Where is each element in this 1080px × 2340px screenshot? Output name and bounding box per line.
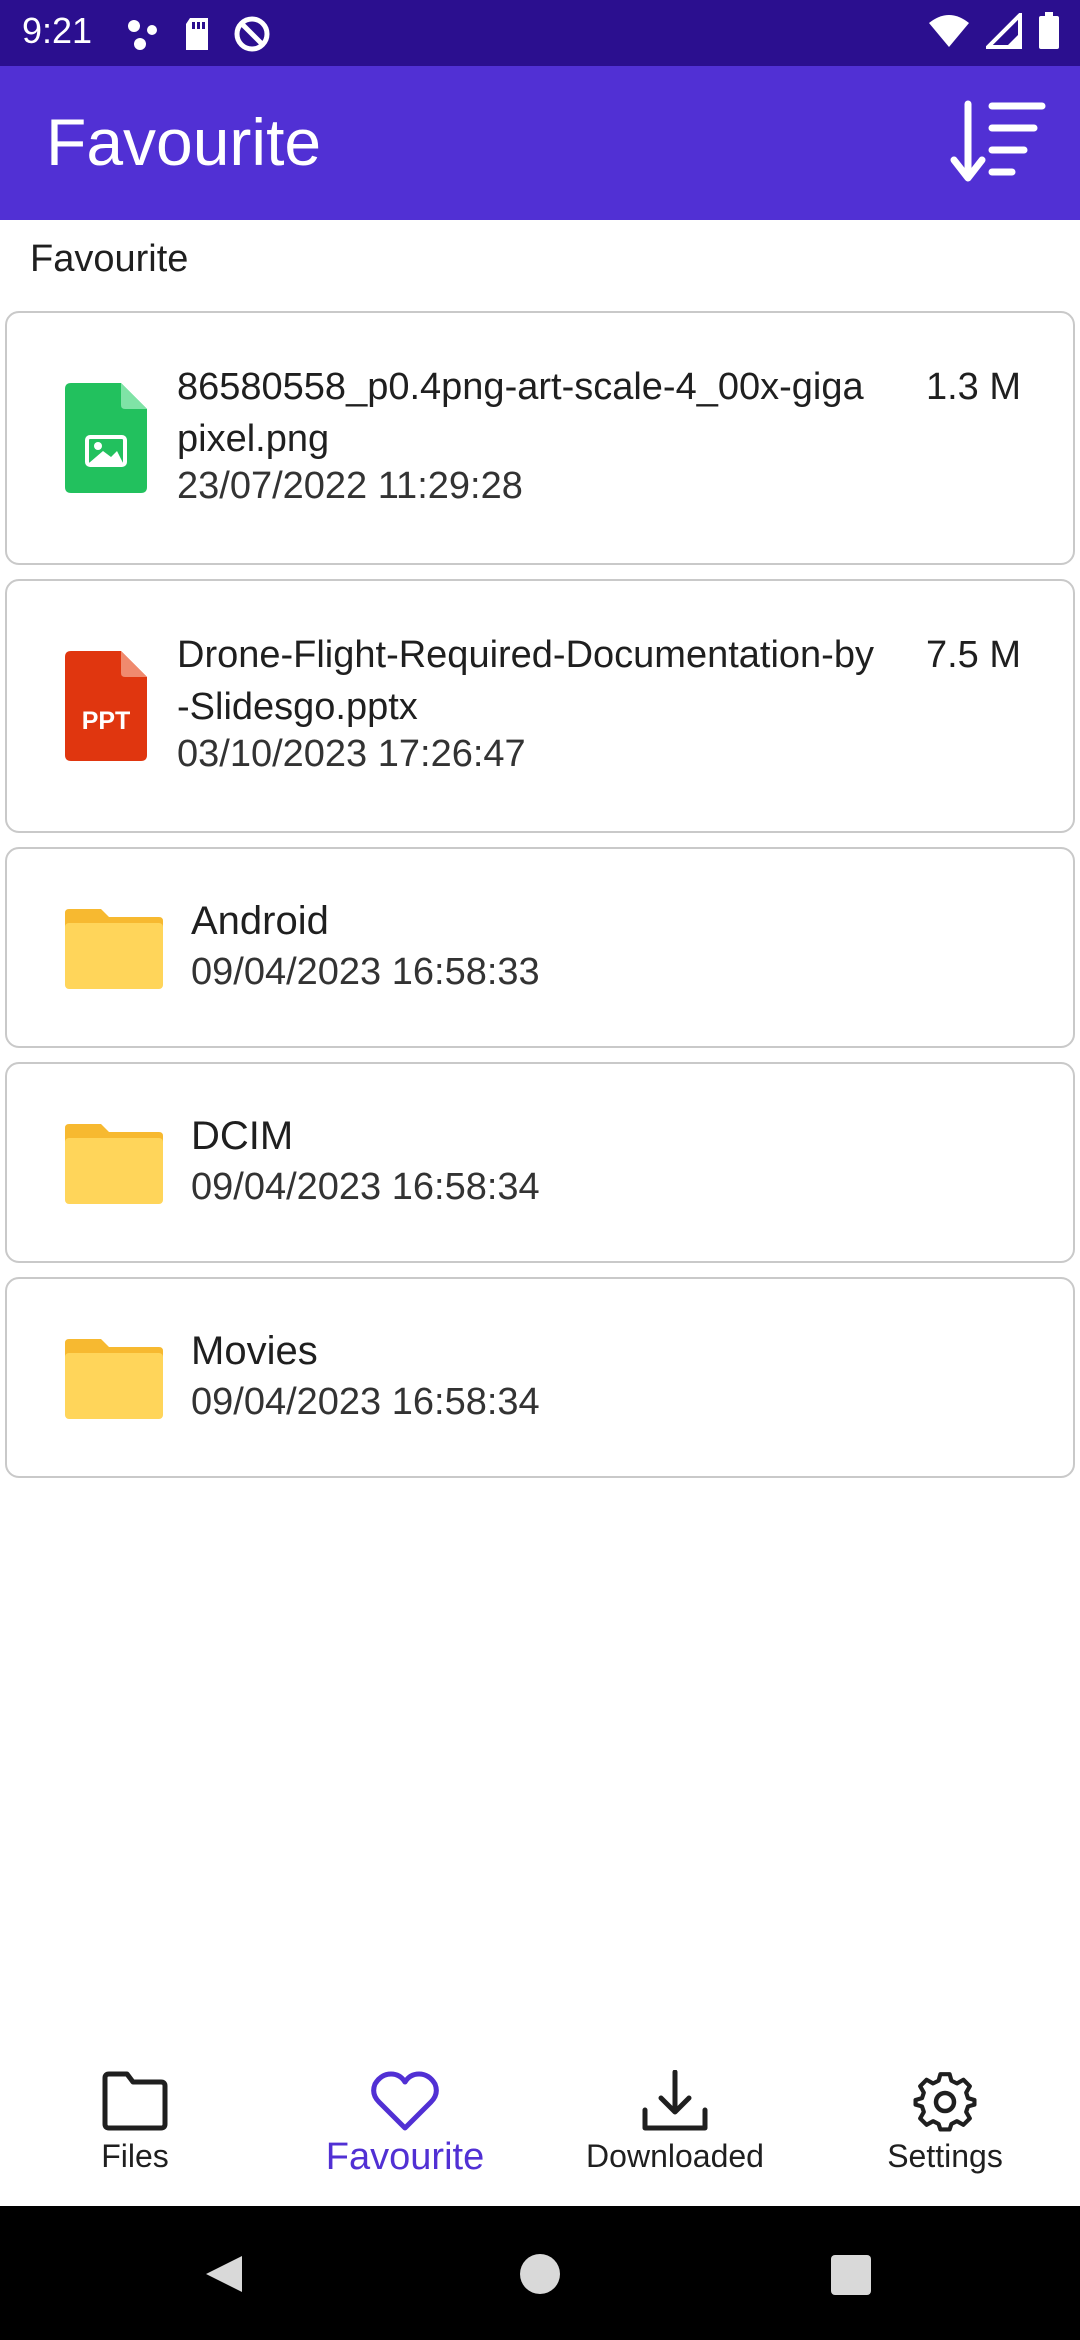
status-time: 9:21 xyxy=(22,10,93,51)
ppt-icon-label: PPT xyxy=(82,707,131,735)
folder-icon xyxy=(65,1339,163,1419)
folder-date: 09/04/2023 16:58:33 xyxy=(191,951,540,993)
section-label: Favourite xyxy=(30,238,189,280)
nav-settings[interactable]: Settings xyxy=(810,2070,1080,2200)
list-item[interactable]: DCIM 09/04/2023 16:58:34 xyxy=(5,1062,1075,1263)
status-bar: 9:21 xyxy=(0,0,1080,66)
sync-off-icon xyxy=(234,16,270,52)
folder-date: 09/04/2023 16:58:34 xyxy=(191,1166,540,1208)
file-name: Drone-Flight-Required-Documentation-by-S… xyxy=(177,634,874,728)
system-nav-bar xyxy=(0,2206,1080,2340)
wifi-icon xyxy=(929,15,969,47)
nav-downloaded[interactable]: Downloaded xyxy=(540,2070,810,2200)
file-date: 03/10/2023 17:26:47 xyxy=(177,733,526,775)
app-bar: Favourite xyxy=(0,66,1080,220)
nav-files[interactable]: Files xyxy=(0,2070,270,2200)
sort-button[interactable] xyxy=(950,96,1050,186)
gear-icon xyxy=(913,2072,977,2132)
sd-card-icon xyxy=(186,18,208,50)
heart-icon xyxy=(371,2071,439,2131)
nav-label: Settings xyxy=(887,2138,1003,2174)
favourite-list: 86580558_p0.4png-art-scale-4_00x-gigapix… xyxy=(5,311,1075,1492)
folder-date: 09/04/2023 16:58:34 xyxy=(191,1381,540,1423)
list-item[interactable]: PPT Drone-Flight-Required-Documentation-… xyxy=(5,579,1075,833)
folder-name: DCIM xyxy=(191,1114,294,1158)
sort-icon xyxy=(950,100,1046,182)
battery-icon xyxy=(1039,12,1059,49)
signal-icon xyxy=(986,13,1022,49)
recents-icon[interactable] xyxy=(830,2254,872,2296)
folder-name: Movies xyxy=(191,1329,318,1373)
file-date: 23/07/2022 11:29:28 xyxy=(177,465,523,507)
home-icon[interactable] xyxy=(518,2252,562,2296)
nav-label: Favourite xyxy=(325,2136,485,2178)
bottom-nav: Files Favourite Downloaded Settings xyxy=(0,2040,1080,2206)
nav-favourite[interactable]: Favourite xyxy=(270,2070,540,2200)
back-icon[interactable] xyxy=(202,2252,246,2296)
file-name: 86580558_p0.4png-art-scale-4_00x-gigapix… xyxy=(177,366,864,460)
nav-label: Downloaded xyxy=(586,2138,764,2174)
image-file-icon xyxy=(65,383,147,493)
list-item[interactable]: 86580558_p0.4png-art-scale-4_00x-gigapix… xyxy=(5,311,1075,565)
list-item[interactable]: Movies 09/04/2023 16:58:34 xyxy=(5,1277,1075,1478)
list-item[interactable]: Android 09/04/2023 16:58:33 xyxy=(5,847,1075,1048)
folder-name: Android xyxy=(191,899,329,943)
file-size: 7.5 M xyxy=(925,634,1021,676)
folder-icon xyxy=(65,1124,163,1204)
dots-icon xyxy=(128,20,157,50)
ppt-file-icon: PPT xyxy=(65,651,147,761)
file-size: 1.3 M xyxy=(925,366,1021,408)
folder-outline-icon xyxy=(102,2071,168,2131)
nav-label: Files xyxy=(101,2138,169,2174)
download-icon xyxy=(642,2070,708,2131)
app-title: Favourite xyxy=(46,105,322,179)
folder-icon xyxy=(65,909,163,989)
